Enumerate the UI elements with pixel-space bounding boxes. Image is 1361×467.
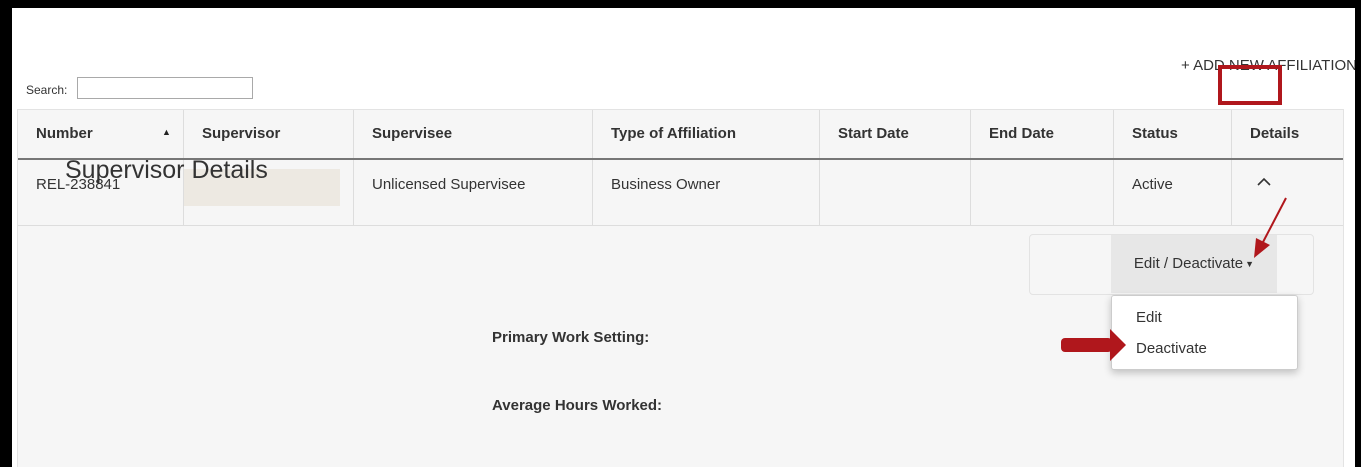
table-header: Number ▲ Supervisor Supervisee Type of A… xyxy=(18,110,1343,160)
average-hours-worked-label: Average Hours Worked: xyxy=(492,397,663,414)
edit-deactivate-label: Edit / Deactivate xyxy=(1133,255,1244,272)
menu-item-deactivate[interactable]: Deactivate xyxy=(1136,340,1207,357)
sort-ascending-icon: ▲ xyxy=(162,127,171,137)
column-header-label: Number xyxy=(36,125,93,142)
column-header-number[interactable]: Number ▲ xyxy=(18,110,183,158)
column-header-supervisor[interactable]: Supervisor xyxy=(183,110,353,158)
cell-status: Active xyxy=(1113,160,1231,225)
chevron-up-icon xyxy=(1257,177,1271,186)
cell-end-date xyxy=(970,160,1113,225)
edit-deactivate-dropdown[interactable]: Edit / Deactivate ▼ xyxy=(1111,235,1277,293)
actions-dropdown-menu: Edit Deactivate xyxy=(1111,295,1298,370)
collapse-details-toggle[interactable] xyxy=(1248,171,1280,193)
cell-start-date xyxy=(819,160,970,225)
menu-item-edit[interactable]: Edit xyxy=(1136,309,1162,326)
add-new-affiliation-link[interactable]: + ADD NEW AFFILIATION xyxy=(1181,57,1355,74)
search-label: Search: xyxy=(26,83,68,97)
column-header-end-date[interactable]: End Date xyxy=(970,110,1113,158)
cell-details xyxy=(1231,160,1343,225)
column-header-type-of-affiliation[interactable]: Type of Affiliation xyxy=(592,110,819,158)
column-header-details[interactable]: Details xyxy=(1231,110,1343,158)
supervisor-details-title: Supervisor Details xyxy=(65,156,268,184)
column-header-status[interactable]: Status xyxy=(1113,110,1231,158)
primary-work-setting-label: Primary Work Setting: xyxy=(492,329,650,346)
cell-supervisee: Unlicensed Supervisee xyxy=(353,160,592,225)
search-input[interactable] xyxy=(77,77,253,99)
column-header-start-date[interactable]: Start Date xyxy=(819,110,970,158)
column-header-supervisee[interactable]: Supervisee xyxy=(353,110,592,158)
app-frame: + ADD NEW AFFILIATION Search: Number ▲ S… xyxy=(12,8,1355,467)
cell-type-of-affiliation: Business Owner xyxy=(592,160,819,225)
caret-down-icon: ▼ xyxy=(1245,259,1255,269)
